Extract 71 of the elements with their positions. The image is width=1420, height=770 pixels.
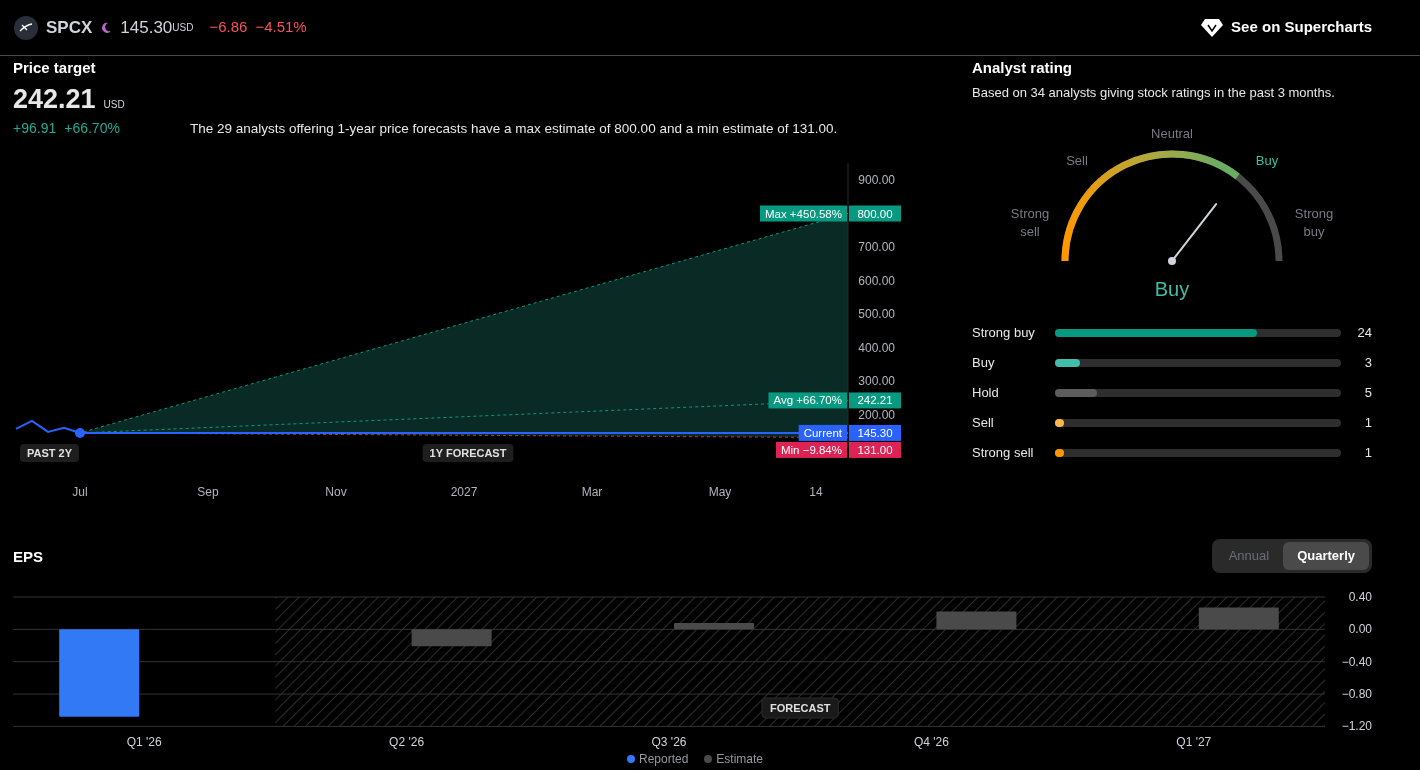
target-price: 242.21 <box>13 83 96 115</box>
rating-label: Hold <box>972 384 1000 403</box>
section-title: EPS <box>13 547 43 567</box>
rating-label: Neutral <box>1150 125 1194 143</box>
price-tag: Max +450.58% <box>759 205 847 222</box>
axis-label: 600.00 <box>858 273 895 288</box>
rating-label: Buy <box>1254 152 1280 170</box>
axis-label: Q3 '26 <box>651 735 687 749</box>
price-value-tag: 145.30 <box>849 424 901 441</box>
rating-label: Sell <box>1065 152 1089 170</box>
percent-change: −4.51% <box>255 17 307 38</box>
axis-label: Jul <box>72 485 88 499</box>
ticker-symbol: SPCX <box>46 16 93 39</box>
axis-label: 2027 <box>450 485 478 499</box>
target-change: +96.91 <box>13 119 57 139</box>
price-value-tag: 800.00 <box>849 205 901 222</box>
rating-result: Buy <box>1154 277 1190 302</box>
axis-label: Nov <box>325 485 347 499</box>
legend-label: Avg +66.70% <box>773 394 842 407</box>
price-tag: Avg +66.70% <box>768 392 847 409</box>
forecast-summary: The 29 analysts offering 1-year price forecasts have a max estimate of 800.00 and a min estimate of 131.00. <box>189 120 838 138</box>
rating-label: Strong buy <box>972 324 1036 343</box>
axis-label: −0.80 <box>1341 687 1372 702</box>
legend-label: Min −9.84% <box>780 443 842 456</box>
period-badge: 1Y FORECAST <box>422 444 514 462</box>
rating-label: Buy <box>972 354 996 373</box>
rating-label: Sell <box>972 414 995 433</box>
period-badge: PAST 2Y <box>20 444 80 462</box>
axis-label: 700.00 <box>858 240 895 254</box>
legend-label: Estimate <box>716 751 764 768</box>
rating-label: Strong sell <box>972 444 1035 463</box>
axis-label: 200.00 <box>858 407 895 422</box>
section-title: Analyst rating <box>972 58 1074 78</box>
rating-count: 5 <box>1363 384 1372 403</box>
axis-label: Q4 '26 <box>913 735 949 749</box>
axis-label: 0.00 <box>1348 622 1372 637</box>
price-change: −6.86 <box>209 17 248 38</box>
axis-label: Sep <box>197 485 219 499</box>
target-percent: +66.70% <box>64 119 120 139</box>
rating-description: Based on 34 analysts giving stock ratings in the past 3 months. <box>972 84 1336 102</box>
axis-label: 300.00 <box>858 374 895 388</box>
price-value: 145.30 <box>120 16 173 39</box>
axis-label: May <box>708 485 732 499</box>
rating-label: Strong buy <box>1293 205 1335 241</box>
price-value-tag: 242.21 <box>849 392 901 409</box>
currency-label: USD <box>172 22 194 35</box>
rating-count: 3 <box>1363 354 1372 373</box>
axis-label: Q2 '26 <box>389 735 425 749</box>
axis-label: Mar <box>581 485 603 499</box>
axis-label: 900.00 <box>858 173 895 187</box>
legend-label: Reported <box>638 751 689 768</box>
axis-label: 14 <box>809 485 823 499</box>
forecast-badge: FORECAST <box>761 697 839 719</box>
series-label: PAST 2Y <box>27 447 73 459</box>
axis-label: Q1 '26 <box>126 735 162 749</box>
currency-label: USD <box>103 98 125 112</box>
rating-label: Strong sell <box>1009 205 1051 241</box>
axis-label: −1.20 <box>1341 719 1372 734</box>
section-title: Price target <box>13 58 97 78</box>
legend-label: Current <box>803 426 843 439</box>
axis-label: 400.00 <box>858 340 895 355</box>
axis-label: 500.00 <box>858 307 895 321</box>
rating-count: 24 <box>1356 324 1372 343</box>
axis-label: −0.40 <box>1341 654 1372 669</box>
axis-label: Q1 '27 <box>1176 735 1212 749</box>
price-value-tag: 131.00 <box>849 441 901 458</box>
rating-count: 1 <box>1363 414 1372 433</box>
axis-label: 0.40 <box>1348 590 1372 604</box>
rating-count: 1 <box>1363 444 1372 463</box>
legend-label: Max +450.58% <box>764 207 842 220</box>
price-tag: Min −9.84% <box>775 441 847 458</box>
